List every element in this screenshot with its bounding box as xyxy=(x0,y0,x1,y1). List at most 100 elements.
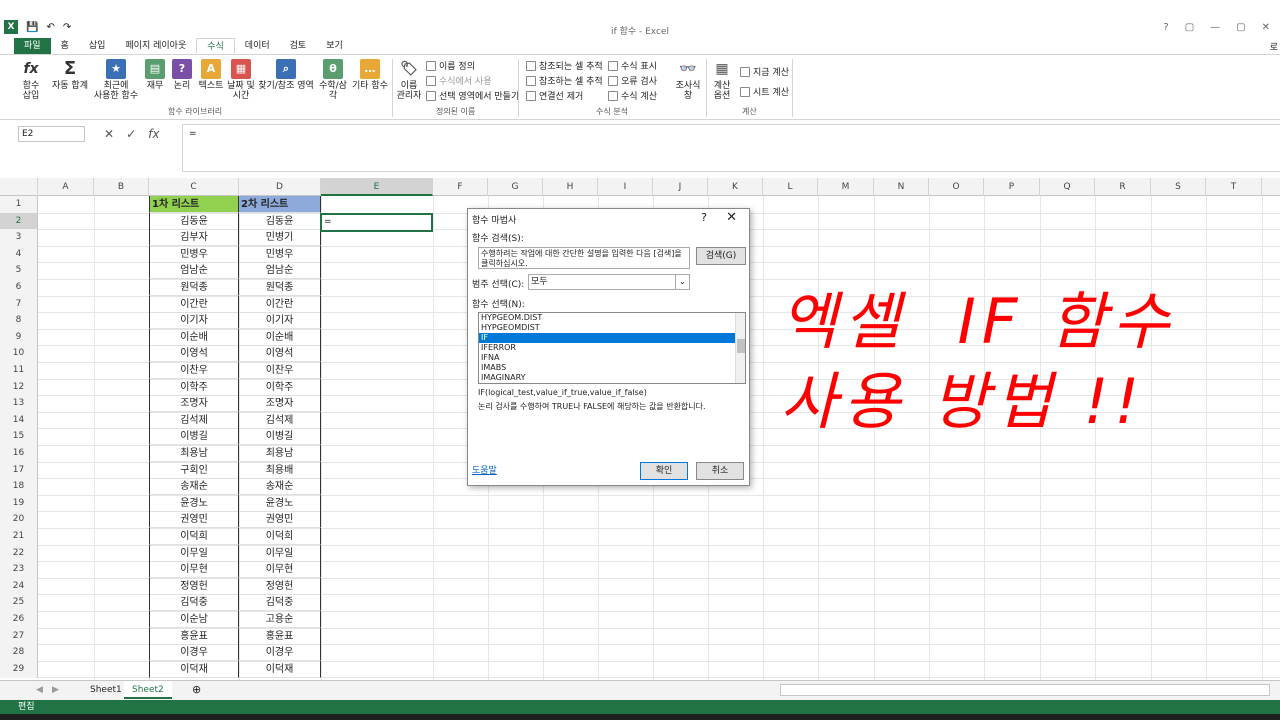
row-header[interactable]: 1 xyxy=(0,196,38,213)
help-link[interactable]: 도움말 xyxy=(472,463,497,476)
row-header[interactable]: 4 xyxy=(0,245,38,263)
row-header[interactable]: 25 xyxy=(0,594,38,612)
cell-c[interactable]: 김덕중 xyxy=(149,594,239,612)
cell-c[interactable]: 엄남순 xyxy=(149,262,239,280)
column-header[interactable]: N xyxy=(874,178,929,196)
cell-d[interactable]: 이간란 xyxy=(239,295,321,313)
column-header[interactable]: C xyxy=(149,178,239,196)
help-icon[interactable]: ? xyxy=(1163,22,1168,33)
column-header[interactable]: E xyxy=(321,178,433,196)
row-header[interactable]: 7 xyxy=(0,295,38,313)
row-header[interactable]: 14 xyxy=(0,411,38,429)
cell-c[interactable]: 민병우 xyxy=(149,245,239,263)
cell-c[interactable]: 이순배 xyxy=(149,328,239,346)
cell-d[interactable]: 이기자 xyxy=(239,312,321,330)
define-name-button[interactable]: 이름 정의 xyxy=(426,59,475,72)
cell-c[interactable]: 이순남 xyxy=(149,611,239,628)
watch-window-button[interactable]: 👓 조사식 창 xyxy=(672,59,704,101)
cell-d[interactable]: 조명자 xyxy=(239,395,321,413)
show-formulas-button[interactable]: 수식 표시 xyxy=(608,59,657,72)
recent-functions-button[interactable]: ★ 최근에 사용한 함수 xyxy=(90,59,142,101)
user-name[interactable]: 로 xyxy=(1270,40,1278,53)
cell-d[interactable]: 김동윤 xyxy=(239,212,321,230)
datetime-button[interactable]: ▦ 날짜 및 시간 xyxy=(226,59,256,101)
search-button[interactable]: 검색(G) xyxy=(696,247,746,265)
column-header[interactable]: D xyxy=(239,178,321,196)
formula-input[interactable]: = xyxy=(182,124,1280,172)
cell-c[interactable]: 이무현 xyxy=(149,561,239,579)
cell-d[interactable]: 홍윤표 xyxy=(239,627,321,645)
trace-dependents-button[interactable]: 참조하는 셀 추적 xyxy=(526,74,603,87)
cell-d[interactable]: 최용남 xyxy=(239,445,321,462)
cell-d[interactable]: 엄남순 xyxy=(239,262,321,280)
evaluate-formula-button[interactable]: 수식 계산 xyxy=(608,89,657,102)
cell-d[interactable]: 이찬우 xyxy=(239,362,321,379)
add-sheet-icon[interactable]: ⊕ xyxy=(184,681,209,699)
cell-d[interactable]: 민병우 xyxy=(239,245,321,263)
cell-c[interactable]: 이학주 xyxy=(149,378,239,396)
remove-arrows-button[interactable]: 연결선 제거 xyxy=(526,89,583,102)
cell-c[interactable]: 김동윤 xyxy=(149,212,239,230)
cell-c-header[interactable]: 1차 리스트 xyxy=(149,196,239,213)
list-item[interactable]: IMABS xyxy=(479,363,745,373)
row-header[interactable]: 18 xyxy=(0,478,38,496)
sheet-tab-sheet1[interactable]: Sheet1 xyxy=(82,681,130,699)
active-cell-e2[interactable]: = xyxy=(320,213,433,232)
cell-d[interactable]: 이무일 xyxy=(239,544,321,562)
calc-now-button[interactable]: 지금 계산 xyxy=(740,65,789,78)
cell-c[interactable]: 이병길 xyxy=(149,428,239,446)
more-functions-button[interactable]: … 기타 함수 xyxy=(352,59,388,91)
row-header[interactable]: 9 xyxy=(0,328,38,346)
column-header[interactable]: O xyxy=(929,178,984,196)
column-header[interactable]: J xyxy=(653,178,708,196)
column-header[interactable]: H xyxy=(543,178,598,196)
column-header[interactable]: M xyxy=(818,178,874,196)
category-select[interactable]: 모두 ⌄ xyxy=(528,274,690,290)
tab-home[interactable]: 홈 xyxy=(51,38,79,54)
cell-c[interactable]: 이간란 xyxy=(149,295,239,313)
cell-c[interactable]: 이경우 xyxy=(149,644,239,662)
row-header[interactable]: 22 xyxy=(0,544,38,562)
column-header[interactable]: I xyxy=(598,178,653,196)
calc-options-button[interactable]: ▦ 계산 옵션 xyxy=(708,59,736,101)
column-header[interactable]: A xyxy=(38,178,94,196)
lookup-button[interactable]: ⌕ 찾기/참조 영역 xyxy=(258,59,314,91)
cell-c[interactable]: 윤경노 xyxy=(149,494,239,512)
next-sheet-icon[interactable]: ▶ xyxy=(44,681,67,699)
cell-d[interactable]: 김석제 xyxy=(239,411,321,429)
text-button[interactable]: A 텍스트 xyxy=(198,59,224,91)
cell-d[interactable]: 이영석 xyxy=(239,345,321,363)
cell-c[interactable]: 정영헌 xyxy=(149,577,239,595)
column-header[interactable]: B xyxy=(94,178,149,196)
row-header[interactable]: 3 xyxy=(0,229,38,247)
row-header[interactable]: 23 xyxy=(0,561,38,579)
cell-d[interactable]: 이덕재 xyxy=(239,660,321,678)
list-item[interactable]: HYPGEOM.DIST xyxy=(479,313,745,323)
row-header[interactable]: 8 xyxy=(0,312,38,330)
cell-d[interactable]: 민병기 xyxy=(239,229,321,247)
trace-precedents-button[interactable]: 참조되는 셀 추적 xyxy=(526,59,603,72)
row-header[interactable]: 28 xyxy=(0,644,38,662)
cell-c[interactable]: 김부자 xyxy=(149,229,239,247)
column-header[interactable]: Q xyxy=(1040,178,1095,196)
list-scrollbar[interactable] xyxy=(735,313,745,383)
cell-c[interactable]: 조명자 xyxy=(149,395,239,413)
cell-c[interactable]: 이덕희 xyxy=(149,528,239,545)
row-header[interactable]: 29 xyxy=(0,660,38,678)
row-header[interactable]: 19 xyxy=(0,494,38,512)
cell-d[interactable]: 이경우 xyxy=(239,644,321,662)
row-header[interactable]: 11 xyxy=(0,362,38,379)
cell-d[interactable]: 이병길 xyxy=(239,428,321,446)
tab-data[interactable]: 데이터 xyxy=(235,38,280,54)
cell-c[interactable]: 원덕종 xyxy=(149,279,239,296)
autosum-button[interactable]: Σ 자동 합계 xyxy=(50,59,90,92)
horizontal-scrollbar[interactable] xyxy=(780,684,1270,696)
row-header[interactable]: 5 xyxy=(0,262,38,280)
row-header[interactable]: 6 xyxy=(0,279,38,296)
scroll-thumb[interactable] xyxy=(737,339,745,353)
cell-c[interactable]: 김석제 xyxy=(149,411,239,429)
row-header[interactable]: 13 xyxy=(0,395,38,413)
close-icon[interactable]: ✕ xyxy=(1262,22,1270,33)
cell-c[interactable]: 홍윤표 xyxy=(149,627,239,645)
row-header[interactable]: 16 xyxy=(0,445,38,462)
